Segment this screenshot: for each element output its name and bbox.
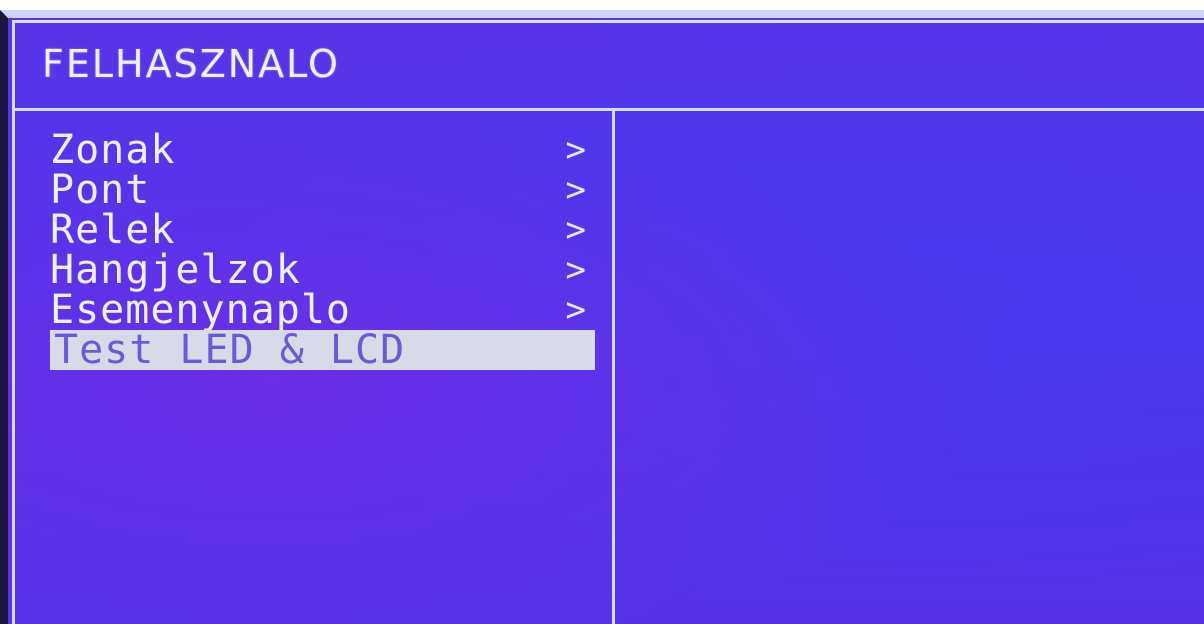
menu-item-label: Esemenynaplo <box>50 287 351 333</box>
menu-list: Zonak > Pont > Relek > Hangjelzok > Esem… <box>50 130 595 370</box>
lcd-screen: FELHASZNALO Zonak > Pont > Relek > Hangj… <box>0 10 1204 624</box>
menu-item-label: Zonak <box>50 127 176 173</box>
chevron-right-icon: > <box>565 290 587 330</box>
menu-item-label: Test LED & LCD <box>54 327 406 373</box>
chevron-right-icon: > <box>565 210 587 250</box>
chevron-right-icon: > <box>565 250 587 290</box>
chevron-right-icon: > <box>565 130 587 170</box>
chevron-right-icon: > <box>565 170 587 210</box>
menu-item-label: Relek <box>50 207 176 253</box>
header-bar: FELHASZNALO <box>12 20 1204 111</box>
menu-item-label: Hangjelzok <box>50 247 301 293</box>
menu-item-esemenynaplo[interactable]: Esemenynaplo > <box>50 290 595 330</box>
menu-item-hangjelzok[interactable]: Hangjelzok > <box>50 250 595 290</box>
menu-item-pont[interactable]: Pont > <box>50 170 595 210</box>
menu-item-label: Pont <box>50 167 151 213</box>
page-title: FELHASZNALO <box>42 42 340 86</box>
menu-item-zonak[interactable]: Zonak > <box>50 130 595 170</box>
menu-item-test-led-lcd[interactable]: Test LED & LCD <box>50 330 595 370</box>
right-panel <box>615 111 1204 624</box>
menu-item-relek[interactable]: Relek > <box>50 210 595 250</box>
